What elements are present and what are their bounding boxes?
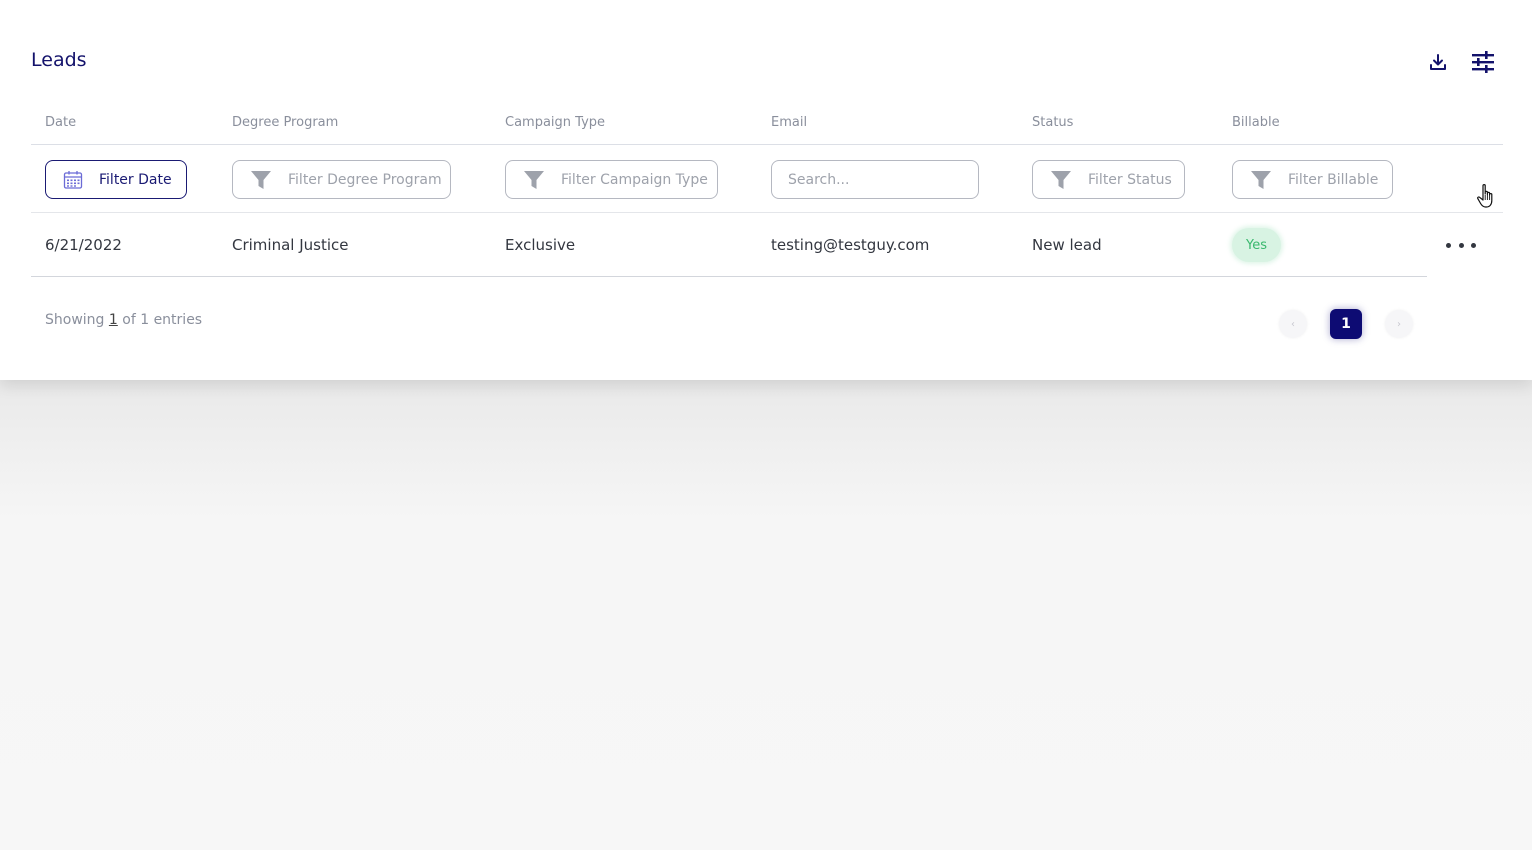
- cell-degree-program: Criminal Justice: [232, 236, 349, 254]
- column-header-email[interactable]: Email: [771, 115, 807, 130]
- filter-date-button[interactable]: Filter Date: [45, 160, 187, 199]
- column-header-billable[interactable]: Billable: [1232, 115, 1280, 130]
- table-header: Date Degree Program Campaign Type Email …: [31, 104, 1503, 145]
- sliders-icon: [1472, 51, 1494, 73]
- column-settings-button[interactable]: [1471, 50, 1495, 74]
- filter-campaign-type-placeholder: Filter Campaign Type: [561, 171, 708, 188]
- filter-status-placeholder: Filter Status: [1088, 171, 1172, 188]
- page-backdrop: [0, 380, 1532, 850]
- filter-billable[interactable]: Filter Billable: [1232, 160, 1393, 199]
- more-dot-icon: [1458, 242, 1464, 248]
- hand-cursor-icon: [1477, 184, 1493, 208]
- funnel-icon: [1250, 170, 1272, 190]
- entries-summary-prefix: Showing: [45, 312, 105, 328]
- funnel-icon: [250, 170, 272, 190]
- column-header-date[interactable]: Date: [45, 115, 76, 130]
- filter-degree-program-placeholder: Filter Degree Program: [288, 171, 442, 188]
- pagination-prev-button[interactable]: ‹: [1279, 310, 1307, 338]
- filter-campaign-type[interactable]: Filter Campaign Type: [505, 160, 718, 199]
- filter-degree-program[interactable]: Filter Degree Program: [232, 160, 451, 199]
- funnel-icon: [1050, 170, 1072, 190]
- row-actions-button[interactable]: [1446, 236, 1476, 254]
- pagination-next-button[interactable]: ›: [1385, 310, 1413, 338]
- more-dot-icon: [1446, 242, 1451, 248]
- filter-row: Filter Date Filter Degree Program Filter…: [31, 145, 1503, 213]
- pagination-page-1[interactable]: 1: [1330, 309, 1362, 339]
- cell-status: New lead: [1032, 236, 1102, 254]
- entries-summary: Showing 1 of 1 entries: [45, 312, 202, 328]
- email-search-placeholder: Search...: [788, 171, 850, 188]
- column-header-degree-program[interactable]: Degree Program: [232, 115, 338, 130]
- entries-summary-suffix: of 1 entries: [122, 312, 203, 328]
- page-title: Leads: [31, 49, 87, 71]
- cell-date: 6/21/2022: [45, 236, 122, 254]
- email-search-input[interactable]: Search...: [771, 160, 979, 199]
- table-row[interactable]: 6/21/2022 Criminal Justice Exclusive tes…: [31, 213, 1427, 277]
- calendar-icon: [63, 170, 83, 190]
- entries-summary-count: 1: [108, 312, 118, 328]
- funnel-icon: [523, 170, 545, 190]
- billable-badge: Yes: [1232, 228, 1281, 262]
- column-header-status[interactable]: Status: [1032, 115, 1073, 130]
- leads-card: Leads Date Degree Program Campaign Type …: [0, 0, 1532, 380]
- column-header-campaign-type[interactable]: Campaign Type: [505, 115, 605, 130]
- filter-billable-placeholder: Filter Billable: [1288, 171, 1379, 188]
- cell-email: testing@testguy.com: [771, 236, 930, 254]
- more-dot-icon: [1471, 242, 1476, 248]
- download-button[interactable]: [1426, 50, 1450, 74]
- download-icon: [1430, 54, 1446, 70]
- filter-date-label: Filter Date: [99, 171, 172, 188]
- filter-status[interactable]: Filter Status: [1032, 160, 1185, 199]
- cell-campaign-type: Exclusive: [505, 236, 576, 254]
